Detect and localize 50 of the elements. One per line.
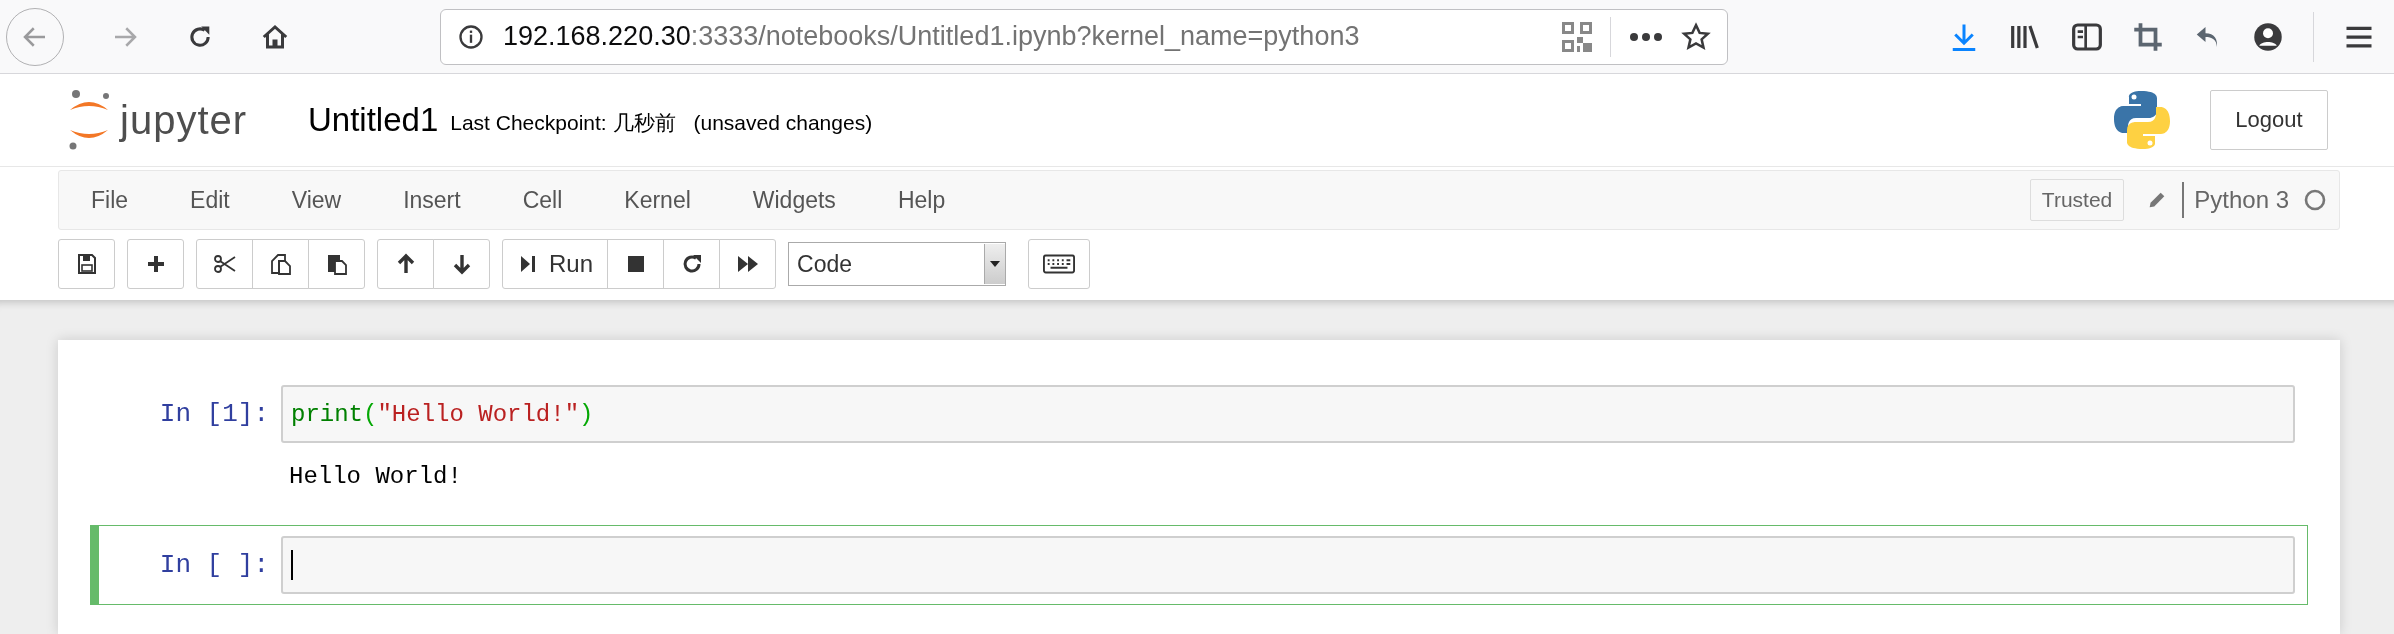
menu-item[interactable]: File — [59, 186, 160, 214]
url-text: 192.168.220.30:3333/notebooks/Untitled1.ipynb?kernel_name=python3 — [503, 21, 1361, 52]
jupyter-logo-text[interactable]: jupyter — [120, 97, 248, 143]
last-checkpoint: Last Checkpoint: 几秒前 — [450, 110, 676, 136]
code-editor[interactable]: print("Hello World!") — [281, 385, 2295, 443]
cell-type-dropdown[interactable]: Code — [788, 242, 1007, 286]
menu-item[interactable]: Widgets — [721, 186, 867, 214]
input-prompt: In [ ]: — [158, 550, 270, 580]
scissors-button[interactable] — [196, 239, 253, 289]
copy-icon — [268, 252, 293, 276]
python-logo-icon — [2112, 89, 2172, 151]
restart-button[interactable] — [663, 239, 721, 289]
menu-item[interactable]: Edit — [159, 186, 261, 214]
paste-button[interactable] — [308, 239, 365, 289]
keyboard-button[interactable] — [1028, 239, 1091, 289]
address-bar[interactable]: 192.168.220.30:3333/notebooks/Untitled1.ipynb?kernel_name=python3 — [440, 8, 1728, 65]
notebook-name[interactable]: Untitled1 — [308, 101, 439, 139]
qr-code-icon[interactable] — [1562, 21, 1592, 52]
text-cursor — [291, 550, 293, 580]
cell-output: Hello World! — [289, 463, 462, 490]
fast-forward-button[interactable] — [719, 239, 777, 289]
menu-item[interactable]: Help — [866, 186, 977, 214]
menu-item[interactable]: Cell — [491, 186, 594, 214]
code-cell[interactable]: In [1]: print("Hello World!") Hello World! — [90, 374, 2308, 507]
code-cell[interactable]: In [ ]: — [90, 525, 2308, 605]
unsaved-status: (unsaved changes) — [693, 110, 873, 135]
plus-button[interactable] — [127, 239, 184, 289]
menu-item[interactable]: Kernel — [593, 186, 722, 214]
input-prompt: In [1]: — [158, 399, 270, 429]
keyboard-icon — [1043, 254, 1076, 274]
copy-button[interactable] — [252, 239, 309, 289]
save-button[interactable] — [58, 239, 115, 289]
more-icon[interactable] — [1629, 31, 1663, 42]
logout-button[interactable]: Logout — [2210, 90, 2328, 150]
menu-item[interactable]: Insert — [372, 186, 492, 214]
step-play-button[interactable]: Run — [502, 239, 609, 289]
scissors-icon — [212, 252, 237, 276]
info-icon[interactable] — [457, 22, 485, 51]
up-arrow-button[interactable] — [377, 239, 434, 289]
sidebar-icon[interactable] — [2071, 21, 2103, 52]
caret-icon — [990, 261, 1001, 267]
down-arrow-button[interactable] — [433, 239, 490, 289]
kernel-name[interactable]: Python 3 — [2182, 182, 2289, 218]
code-line: print("Hello World!") — [291, 400, 594, 428]
star-icon[interactable] — [1681, 21, 1711, 52]
menu-item[interactable]: View — [260, 186, 373, 214]
crop-icon[interactable] — [2133, 21, 2163, 52]
trusted-badge[interactable]: Trusted — [2029, 179, 2125, 221]
stop-button[interactable] — [607, 239, 665, 289]
account-icon[interactable] — [2253, 21, 2283, 52]
